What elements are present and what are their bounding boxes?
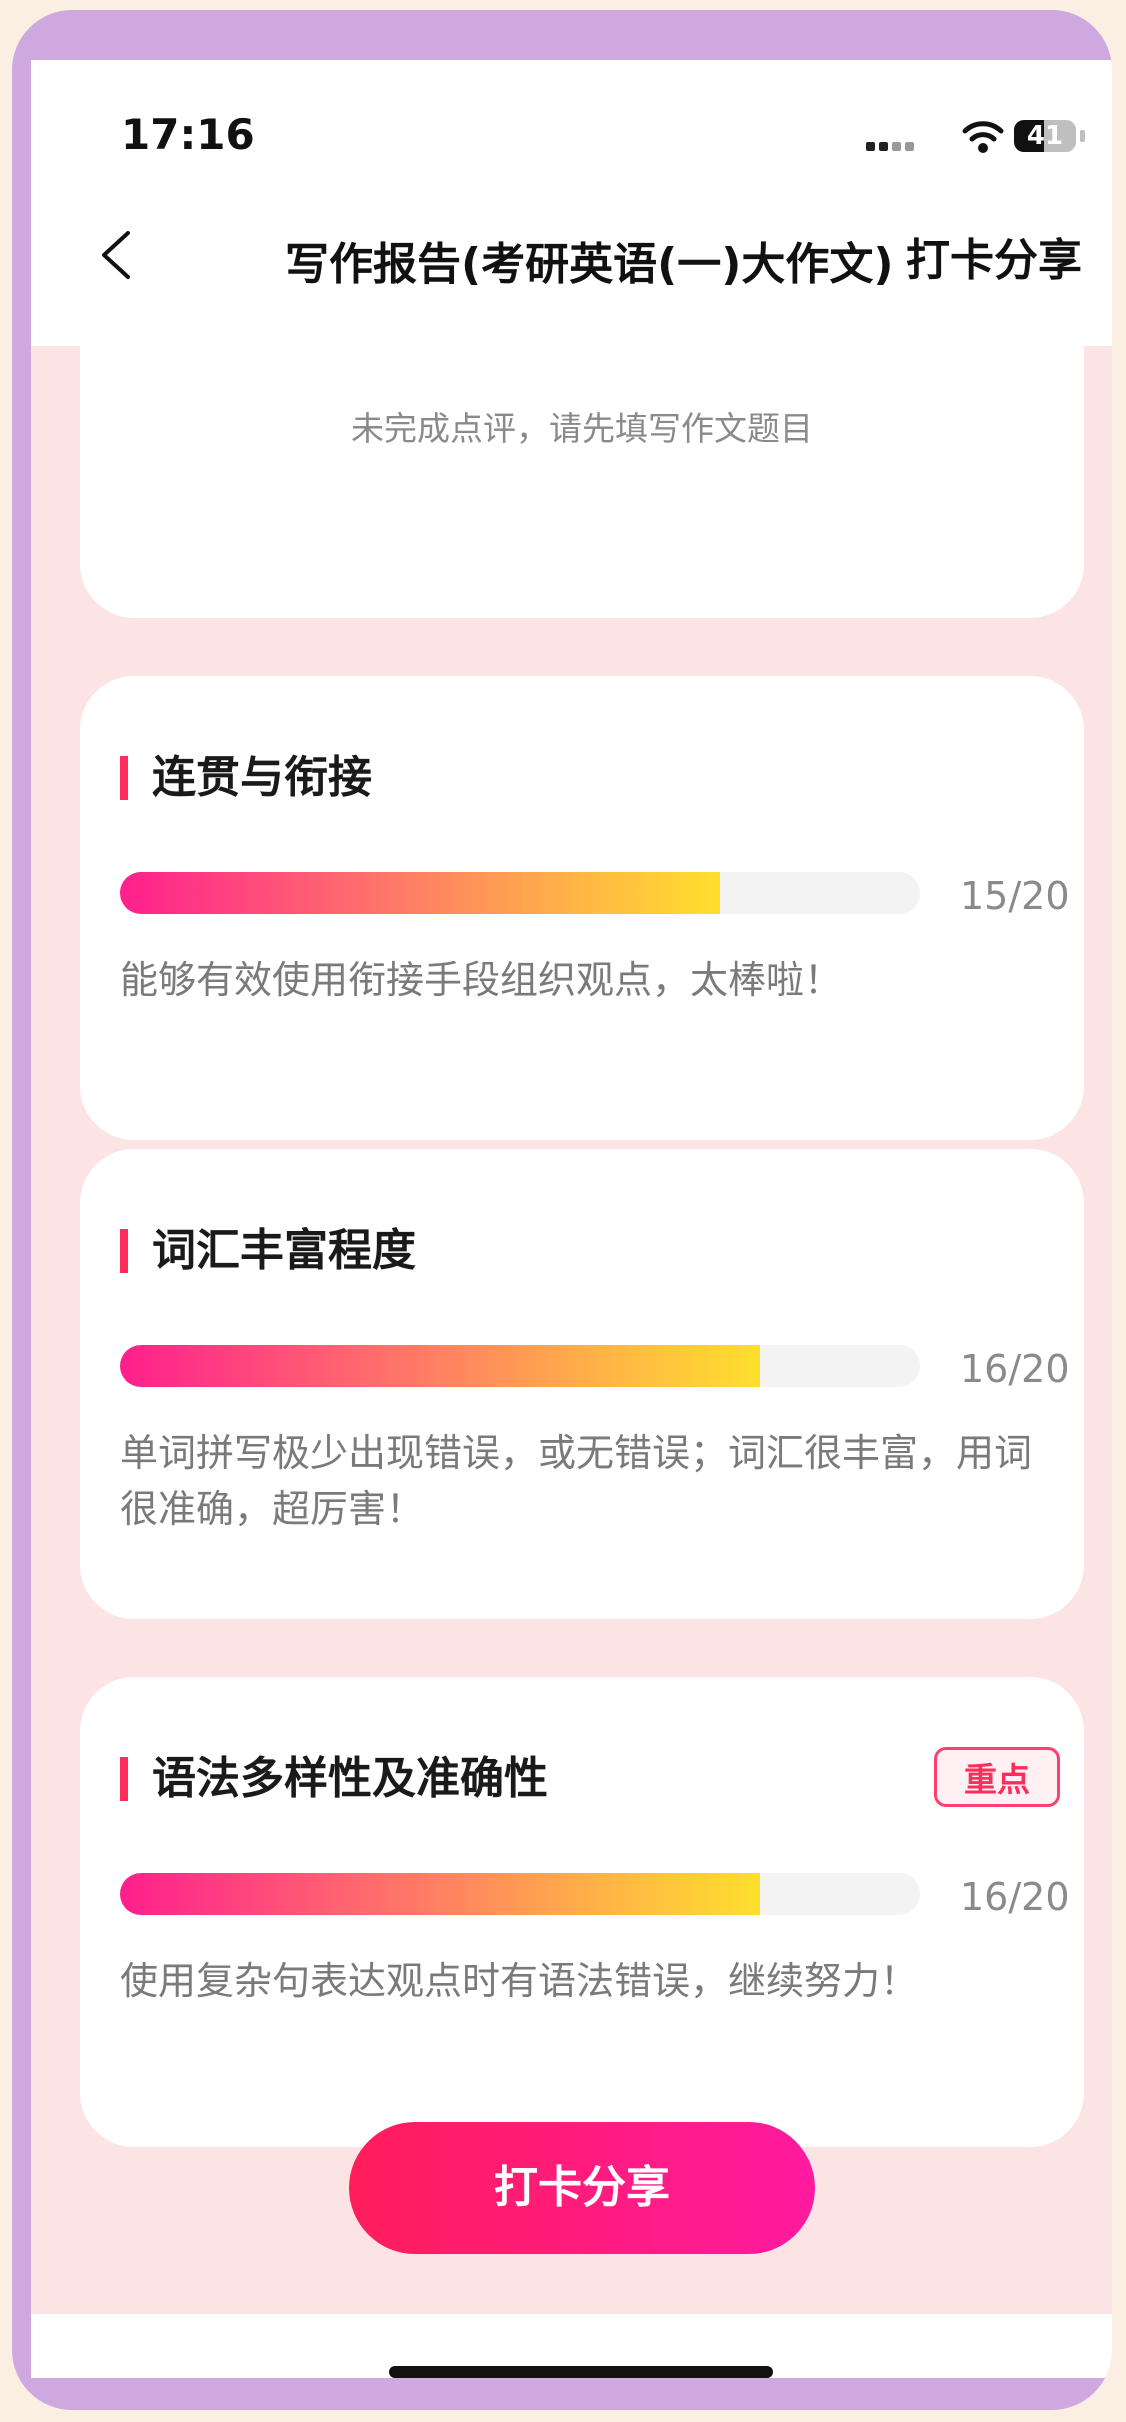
signal-icon (866, 136, 918, 155)
back-arrow-icon[interactable] (86, 225, 146, 285)
score-progress-bar (120, 1345, 920, 1387)
section-title: 语法多样性及准确性 (120, 1757, 548, 1801)
device-frame: 17:16 41 写作报告(考研英语(一)大作文) 打卡分享 未完成点评，请先填… (12, 10, 1112, 2410)
score-progress-fill (120, 872, 720, 914)
screen: 17:16 41 写作报告(考研英语(一)大作文) 打卡分享 未完成点评，请先填… (31, 60, 1112, 2378)
section-description: 使用复杂句表达观点时有语法错误，继续努力！ (120, 1959, 919, 2003)
score-progress-bar (120, 872, 920, 914)
section-title: 词汇丰富程度 (120, 1229, 416, 1273)
section-card-grammar: 语法多样性及准确性 重点 16/20 使用复杂句表达观点时有语法错误，继续努力！ (80, 1677, 1084, 2147)
empty-comment-message: 未完成点评，请先填写作文题目 (351, 409, 813, 448)
section-description: 能够有效使用衔接手段组织观点，太棒啦！ (120, 958, 843, 1002)
section-title: 连贯与衔接 (120, 756, 372, 800)
score-value: 16/20 (960, 1875, 1070, 1919)
status-time: 17:16 (121, 110, 255, 159)
home-indicator[interactable] (389, 2366, 773, 2378)
score-progress-fill (120, 1873, 760, 1915)
page-title: 写作报告(考研英语(一)大作文) (285, 239, 894, 290)
section-card-coherence: 连贯与衔接 15/20 能够有效使用衔接手段组织观点，太棒啦！ (80, 676, 1084, 1140)
battery-level: 41 (1026, 121, 1064, 151)
battery-icon: 41 (1014, 120, 1076, 152)
comment-card: 未完成点评，请先填写作文题目 (80, 290, 1084, 618)
score-progress-bar (120, 1873, 920, 1915)
share-checkin-link[interactable]: 打卡分享 (906, 224, 1082, 288)
share-checkin-button[interactable]: 打卡分享 (349, 2122, 815, 2254)
key-point-badge: 重点 (934, 1747, 1060, 1807)
section-description: 单词拼写极少出现错误，或无错误；词汇很丰富，用词很准确，超厉害！ (120, 1431, 1033, 1531)
wifi-icon (962, 121, 1004, 153)
score-value: 16/20 (960, 1347, 1070, 1391)
score-progress-fill (120, 1345, 760, 1387)
status-icons: 41 (866, 118, 1085, 158)
score-value: 15/20 (960, 874, 1070, 918)
section-card-vocabulary: 词汇丰富程度 16/20 单词拼写极少出现错误，或无错误；词汇很丰富，用词很准确… (80, 1149, 1084, 1619)
